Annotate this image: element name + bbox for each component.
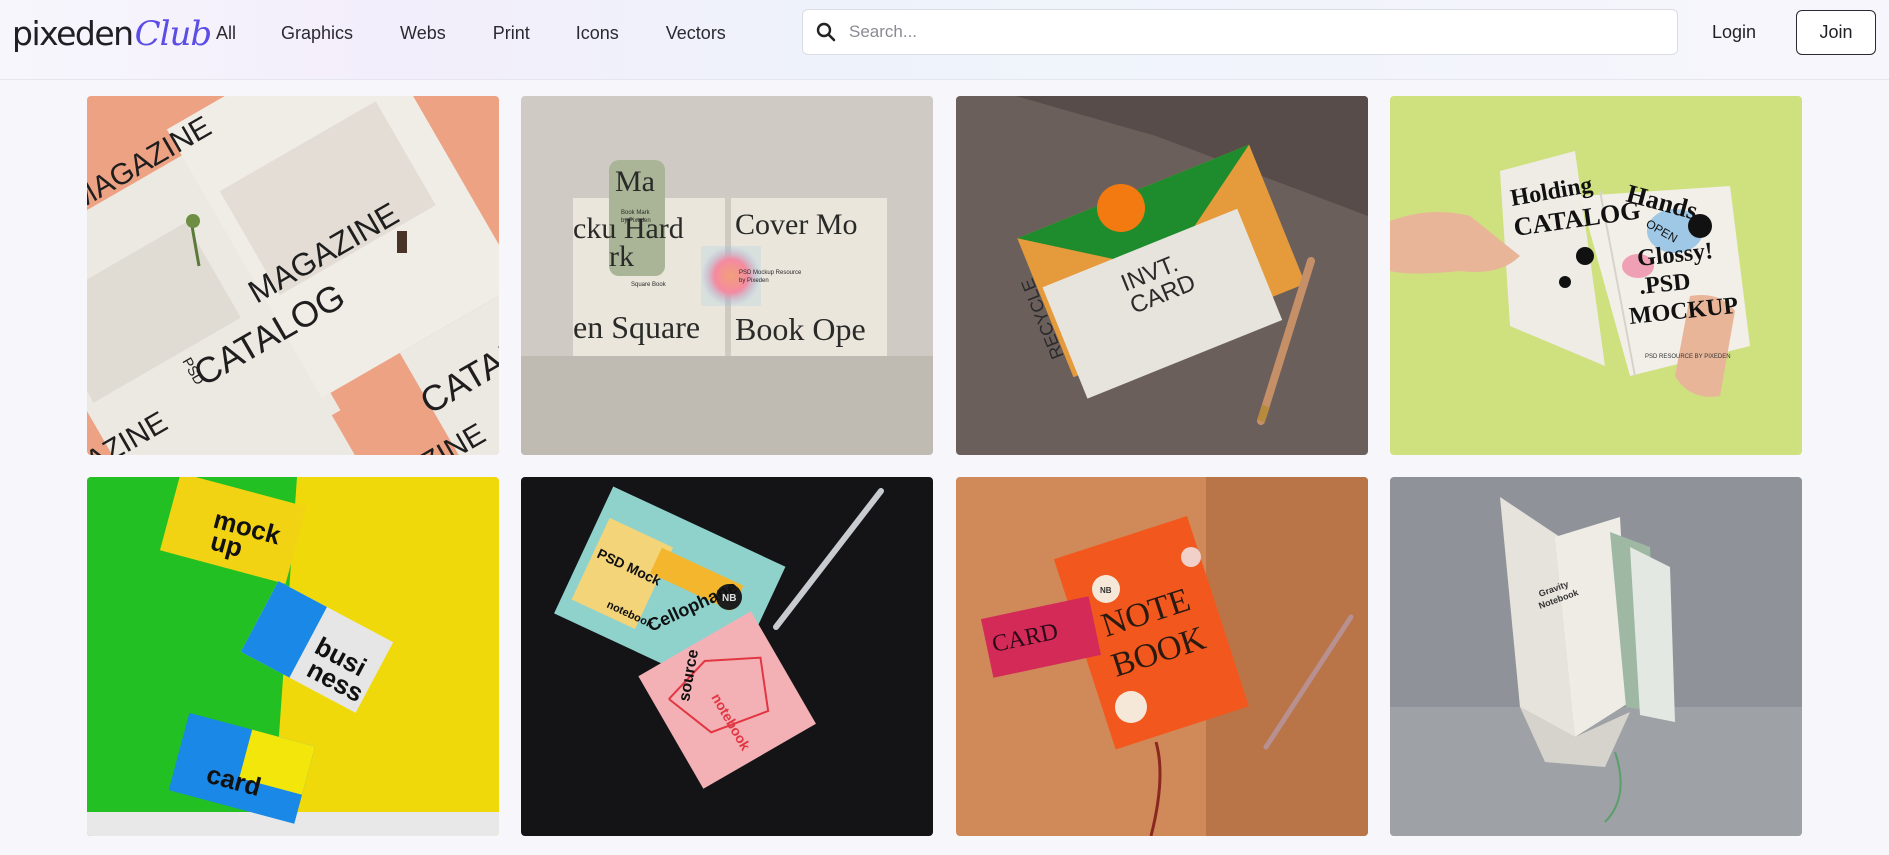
card-text: Book Ope — [735, 311, 866, 347]
nav-item-all[interactable]: All — [216, 23, 236, 44]
card-text: Cover Mo — [735, 208, 858, 241]
nav-item-print[interactable]: Print — [493, 23, 530, 44]
nav-item-vectors[interactable]: Vectors — [666, 23, 726, 44]
pixeden-club-logo[interactable]: pixeden Club — [12, 14, 213, 56]
resource-card-magazine-catalog[interactable]: MAGAZINE CATALOG MAGAZINE CATALO AZINE P… — [87, 96, 499, 455]
search-bar — [802, 9, 1678, 55]
card-image-gravity-notebook: Gravity Notebook — [1390, 477, 1802, 836]
nav-item-icons[interactable]: Icons — [576, 23, 619, 44]
card-image-hands-catalog: Hands Holding OPEN CATALOG Glossy! .PSD … — [1390, 96, 1802, 455]
resource-card-hands-catalog[interactable]: Hands Holding OPEN CATALOG Glossy! .PSD … — [1390, 96, 1802, 455]
card-text: en Square — [573, 309, 700, 345]
card-text: .PSD — [1638, 269, 1692, 300]
card-text: NB — [1100, 586, 1112, 595]
card-text: Ma — [615, 165, 655, 198]
logo-club-text: Club — [134, 14, 213, 54]
card-image-magazine-catalog: MAGAZINE CATALOG MAGAZINE CATALO AZINE P… — [87, 96, 499, 455]
top-header: pixeden Club All Graphics Webs Print Ico… — [0, 0, 1889, 80]
login-link[interactable]: Login — [1712, 10, 1756, 54]
search-icon[interactable] — [803, 10, 849, 54]
card-text: Square Book — [631, 282, 667, 288]
resource-card-business-cards[interactable]: mock up busi ness card — [87, 477, 499, 836]
nav-item-webs[interactable]: Webs — [400, 23, 446, 44]
card-text: NB — [722, 593, 736, 604]
card-text: PSD Mockup Resource — [739, 270, 802, 276]
resource-card-cellophane-notebook[interactable]: PSD Mock notebook Cellophane NB source n… — [521, 477, 933, 836]
card-image-cellophane-notebook: PSD Mock notebook Cellophane NB source n… — [521, 477, 933, 836]
card-text: by Pixeden — [739, 278, 769, 284]
card-image-square-book: Ma rk Book Mark by Pixeden cku Hard Cove… — [521, 96, 933, 455]
card-text: PSD RESOURCE BY PIXEDEN — [1645, 354, 1731, 360]
main-nav: All Graphics Webs Print Icons Vectors — [216, 0, 774, 66]
resource-card-invitation-envelope[interactable]: INVT. CARD RECYCLE — [956, 96, 1368, 455]
join-button[interactable]: Join — [1796, 10, 1876, 55]
resource-card-square-book[interactable]: Ma rk Book Mark by Pixeden cku Hard Cove… — [521, 96, 933, 455]
card-image-business-cards: mock up busi ness card — [87, 477, 499, 836]
logo-text: pixeden — [12, 14, 134, 53]
card-image-invitation-envelope: INVT. CARD RECYCLE — [956, 96, 1368, 455]
card-text: cku Hard — [573, 212, 684, 245]
card-image-orange-notebook: NOTE BOOK CARD NB — [956, 477, 1368, 836]
search-input[interactable] — [849, 22, 1649, 42]
resource-card-gravity-notebook[interactable]: Gravity Notebook — [1390, 477, 1802, 836]
resource-card-orange-notebook[interactable]: NOTE BOOK CARD NB — [956, 477, 1368, 836]
nav-item-graphics[interactable]: Graphics — [281, 23, 353, 44]
